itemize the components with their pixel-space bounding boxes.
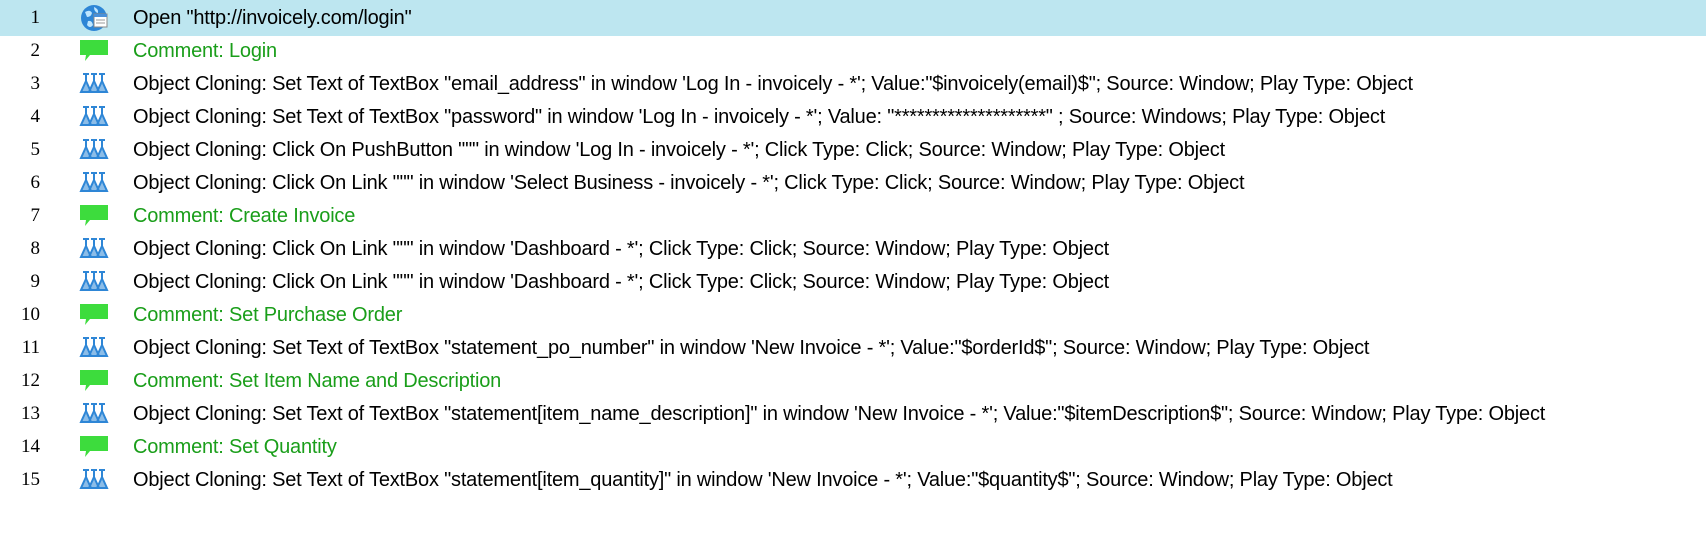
step-number: 14 xyxy=(21,436,40,457)
step-row[interactable]: 4 Object Cloning: Set Text of TextBox "pa… xyxy=(0,99,1706,135)
object-cloning-icon xyxy=(75,68,113,100)
step-number: 7 xyxy=(30,205,41,226)
step-number: 6 xyxy=(30,172,41,193)
comment-row[interactable]: 10 Comment: Set Purchase Order xyxy=(0,297,1706,333)
comment-row[interactable]: 14 Comment: Set Quantity xyxy=(0,429,1706,465)
step-number: 12 xyxy=(21,370,40,391)
object-cloning-icon xyxy=(75,398,113,430)
step-number: 5 xyxy=(30,139,41,160)
step-row[interactable]: 8 Object Cloning: Click On Link """ in wi… xyxy=(0,231,1706,267)
step-text: Object Cloning: Click On PushButton """ … xyxy=(133,138,1225,161)
script-step-list: 1 Open "http://invoicely.com/login" 2 Comm… xyxy=(0,0,1706,546)
step-text: Comment: Set Item Name and Description xyxy=(133,369,502,392)
step-number: 4 xyxy=(30,106,41,127)
step-number: 15 xyxy=(21,469,40,490)
step-row[interactable]: 13 Object Cloning: Set Text of TextBox "s… xyxy=(0,396,1706,432)
object-cloning-icon xyxy=(75,233,113,265)
comment-icon xyxy=(75,200,113,232)
step-number: 3 xyxy=(30,73,41,94)
step-text: Object Cloning: Set Text of TextBox "sta… xyxy=(133,468,1393,491)
step-text: Comment: Set Quantity xyxy=(133,435,337,458)
step-text: Object Cloning: Click On Link """ in win… xyxy=(133,237,1109,260)
object-cloning-icon xyxy=(75,332,113,364)
step-row[interactable]: 9 Object Cloning: Click On Link """ in wi… xyxy=(0,264,1706,300)
step-text: Comment: Set Purchase Order xyxy=(133,303,403,326)
step-text: Object Cloning: Set Text of TextBox "ema… xyxy=(133,72,1413,95)
step-row[interactable]: 15 Object Cloning: Set Text of TextBox "s… xyxy=(0,462,1706,498)
step-number: 9 xyxy=(30,271,41,292)
browser-open-icon xyxy=(75,2,113,34)
step-number: 2 xyxy=(30,40,41,61)
comment-icon xyxy=(75,299,113,331)
step-text: Comment: Login xyxy=(133,39,277,62)
step-row[interactable]: 11 Object Cloning: Set Text of TextBox "s… xyxy=(0,330,1706,366)
step-number: 8 xyxy=(30,238,41,259)
step-text: Object Cloning: Click On Link """ in win… xyxy=(133,171,1245,194)
object-cloning-icon xyxy=(75,134,113,166)
object-cloning-icon xyxy=(75,464,113,496)
step-row[interactable]: 1 Open "http://invoicely.com/login" xyxy=(0,0,1706,36)
step-text: Object Cloning: Click On Link """ in win… xyxy=(133,270,1109,293)
step-text: Object Cloning: Set Text of TextBox "pas… xyxy=(133,105,1386,128)
comment-icon xyxy=(75,365,113,397)
object-cloning-icon xyxy=(75,167,113,199)
step-row[interactable]: 5 Object Cloning: Click On PushButton """… xyxy=(0,132,1706,168)
step-number: 10 xyxy=(21,304,40,325)
object-cloning-icon xyxy=(75,266,113,298)
step-text: Object Cloning: Set Text of TextBox "sta… xyxy=(133,402,1546,425)
step-text: Open "http://invoicely.com/login" xyxy=(133,6,412,29)
step-number: 13 xyxy=(21,403,40,424)
step-row[interactable]: 3 Object Cloning: Set Text of TextBox "em… xyxy=(0,66,1706,102)
step-text: Object Cloning: Set Text of TextBox "sta… xyxy=(133,336,1370,359)
comment-icon xyxy=(75,431,113,463)
step-number: 1 xyxy=(30,7,41,28)
comment-row[interactable]: 12 Comment: Set Item Name and Description xyxy=(0,363,1706,399)
step-text: Comment: Create Invoice xyxy=(133,204,356,227)
step-number: 11 xyxy=(21,337,40,358)
comment-row[interactable]: 7 Comment: Create Invoice xyxy=(0,198,1706,234)
comment-row[interactable]: 2 Comment: Login xyxy=(0,33,1706,69)
comment-icon xyxy=(75,35,113,67)
step-row[interactable]: 6 Object Cloning: Click On Link """ in wi… xyxy=(0,165,1706,201)
object-cloning-icon xyxy=(75,101,113,133)
